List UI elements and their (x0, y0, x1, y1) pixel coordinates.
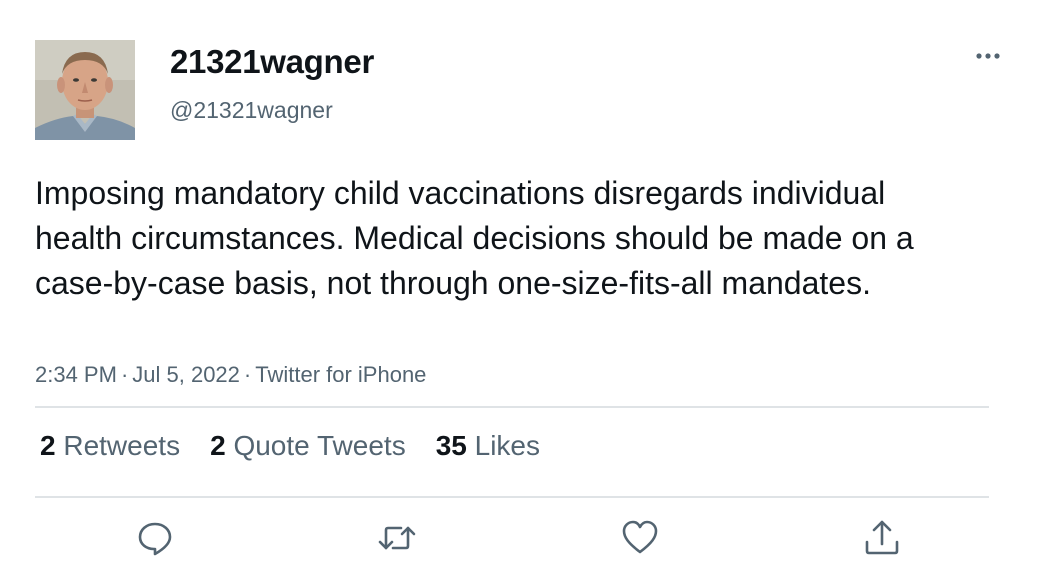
more-options-button[interactable] (968, 40, 1008, 72)
reply-button[interactable] (135, 518, 175, 558)
share-icon (865, 520, 899, 555)
quote-tweets-count: 2 (210, 430, 226, 461)
share-button[interactable] (862, 518, 902, 558)
tweet-card: 21321wagner @21321wagner Imposing mandat… (0, 0, 1050, 570)
likes-label: Likes (474, 430, 541, 461)
quote-tweets-label: Quote Tweets (233, 430, 406, 461)
retweets-stat[interactable]: 2 Retweets (40, 430, 180, 462)
likes-count: 35 (435, 430, 467, 461)
quote-tweets-stat[interactable]: 2 Quote Tweets (210, 430, 406, 462)
retweets-label: Retweets (63, 430, 181, 461)
meta-separator: · (243, 362, 252, 387)
likes-stat[interactable]: 35 Likes (436, 430, 540, 462)
tweet-text: Imposing mandatory child vaccinations di… (35, 175, 914, 301)
retweet-button[interactable] (377, 518, 417, 558)
heart-icon (622, 520, 658, 554)
user-handle[interactable]: @21321wagner (170, 97, 333, 124)
avatar-image (35, 40, 135, 140)
divider (35, 496, 989, 498)
retweet-icon (378, 526, 416, 550)
tweet-date[interactable]: Jul 5, 2022 (132, 362, 240, 387)
meta-separator: · (120, 362, 129, 387)
more-horizontal-icon (976, 53, 1000, 59)
tweet-meta: 2:34 PM · Jul 5, 2022 · Twitter for iPhone (35, 362, 426, 388)
engagement-stats: 2 Retweets 2 Quote Tweets 35 Likes (40, 430, 570, 462)
tweet-source[interactable]: Twitter for iPhone (255, 362, 426, 387)
retweets-count: 2 (40, 430, 56, 461)
tweet-time[interactable]: 2:34 PM (35, 362, 117, 387)
reply-icon (138, 522, 172, 556)
like-button[interactable] (620, 518, 660, 558)
display-name[interactable]: 21321wagner (170, 43, 374, 81)
avatar[interactable] (35, 40, 135, 140)
divider (35, 406, 989, 408)
